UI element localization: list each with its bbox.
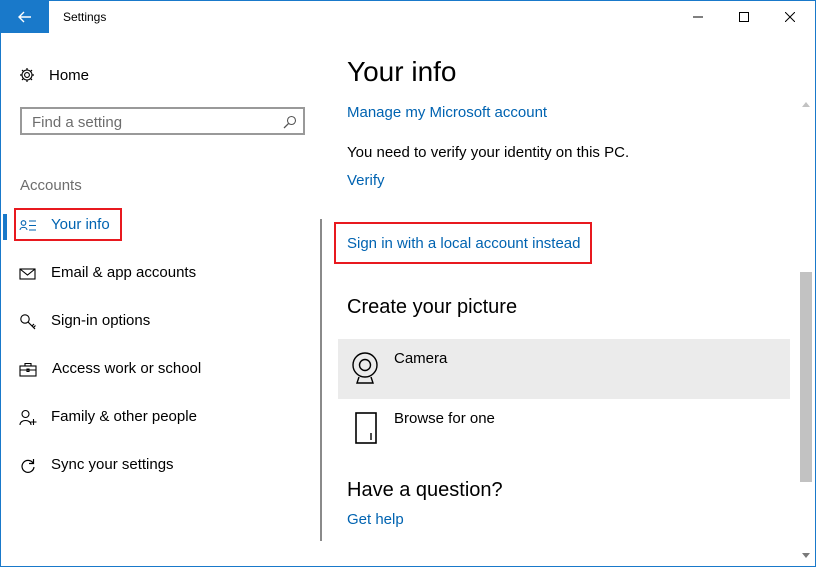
back-arrow-icon (18, 11, 31, 23)
sidebar-item-email-app-accounts[interactable]: Email & app accounts (1, 258, 321, 290)
close-button[interactable] (767, 1, 813, 33)
highlight-box-your-info (14, 208, 122, 241)
scroll-up-button[interactable] (798, 97, 813, 111)
page-title: Your info (347, 56, 457, 87)
close-icon (785, 12, 795, 22)
scroll-thumb[interactable] (800, 272, 812, 482)
camera-label: Camera (394, 350, 448, 367)
chevron-down-icon (801, 552, 810, 558)
title-bar: Settings (1, 1, 815, 33)
sidebar-item-label: Sign-in options (51, 312, 151, 329)
verify-link[interactable]: Verify (347, 172, 385, 189)
settings-window: Settings Home Find a setting Accounts Yo… (0, 0, 816, 567)
home-nav-item[interactable]: Home (19, 63, 89, 87)
sidebar-item-label: Sync your settings (51, 456, 174, 473)
chevron-up-icon (801, 101, 810, 107)
camera-icon (352, 352, 378, 384)
browse-option[interactable]: Browse for one (338, 399, 790, 459)
minimize-button[interactable] (675, 1, 721, 33)
camera-option[interactable]: Camera (338, 339, 790, 399)
gear-icon (20, 68, 34, 82)
question-heading: Have a question? (347, 479, 503, 501)
browse-icon (355, 412, 377, 444)
maximize-icon (739, 12, 749, 22)
manage-account-link[interactable]: Manage my Microsoft account (347, 104, 547, 121)
search-icon[interactable] (283, 115, 297, 129)
maximize-button[interactable] (721, 1, 767, 33)
get-help-link[interactable]: Get help (347, 511, 404, 528)
highlight-box-local-account (334, 222, 592, 264)
minimize-icon (693, 16, 703, 18)
browse-label: Browse for one (394, 410, 495, 427)
window-title: Settings (63, 10, 107, 24)
verify-message: You need to verify your identity on this… (347, 144, 630, 161)
scroll-down-button[interactable] (798, 548, 813, 562)
sidebar-item-sign-in-options[interactable]: Sign-in options (1, 306, 321, 338)
sidebar-item-sync-settings[interactable]: Sync your settings (1, 450, 321, 482)
email-icon (19, 268, 36, 280)
create-picture-heading: Create your picture (347, 296, 518, 318)
back-button[interactable] (1, 1, 49, 33)
pane-divider (320, 219, 322, 541)
briefcase-icon (19, 362, 37, 377)
sidebar-item-label: Email & app accounts (51, 264, 197, 281)
sidebar-item-access-work-school[interactable]: Access work or school (1, 354, 321, 386)
person-add-icon (19, 409, 37, 426)
accounts-section-heading: Accounts (20, 177, 82, 194)
search-input[interactable]: Find a setting (20, 107, 305, 135)
sidebar-item-label: Access work or school (52, 360, 202, 377)
key-icon (20, 314, 36, 330)
home-label: Home (49, 66, 90, 84)
sync-icon (21, 459, 35, 473)
search-placeholder: Find a setting (32, 114, 123, 131)
vertical-scrollbar[interactable] (798, 97, 813, 566)
sidebar-item-label: Family & other people (51, 408, 197, 425)
sidebar-item-family-other-people[interactable]: Family & other people (1, 402, 321, 434)
